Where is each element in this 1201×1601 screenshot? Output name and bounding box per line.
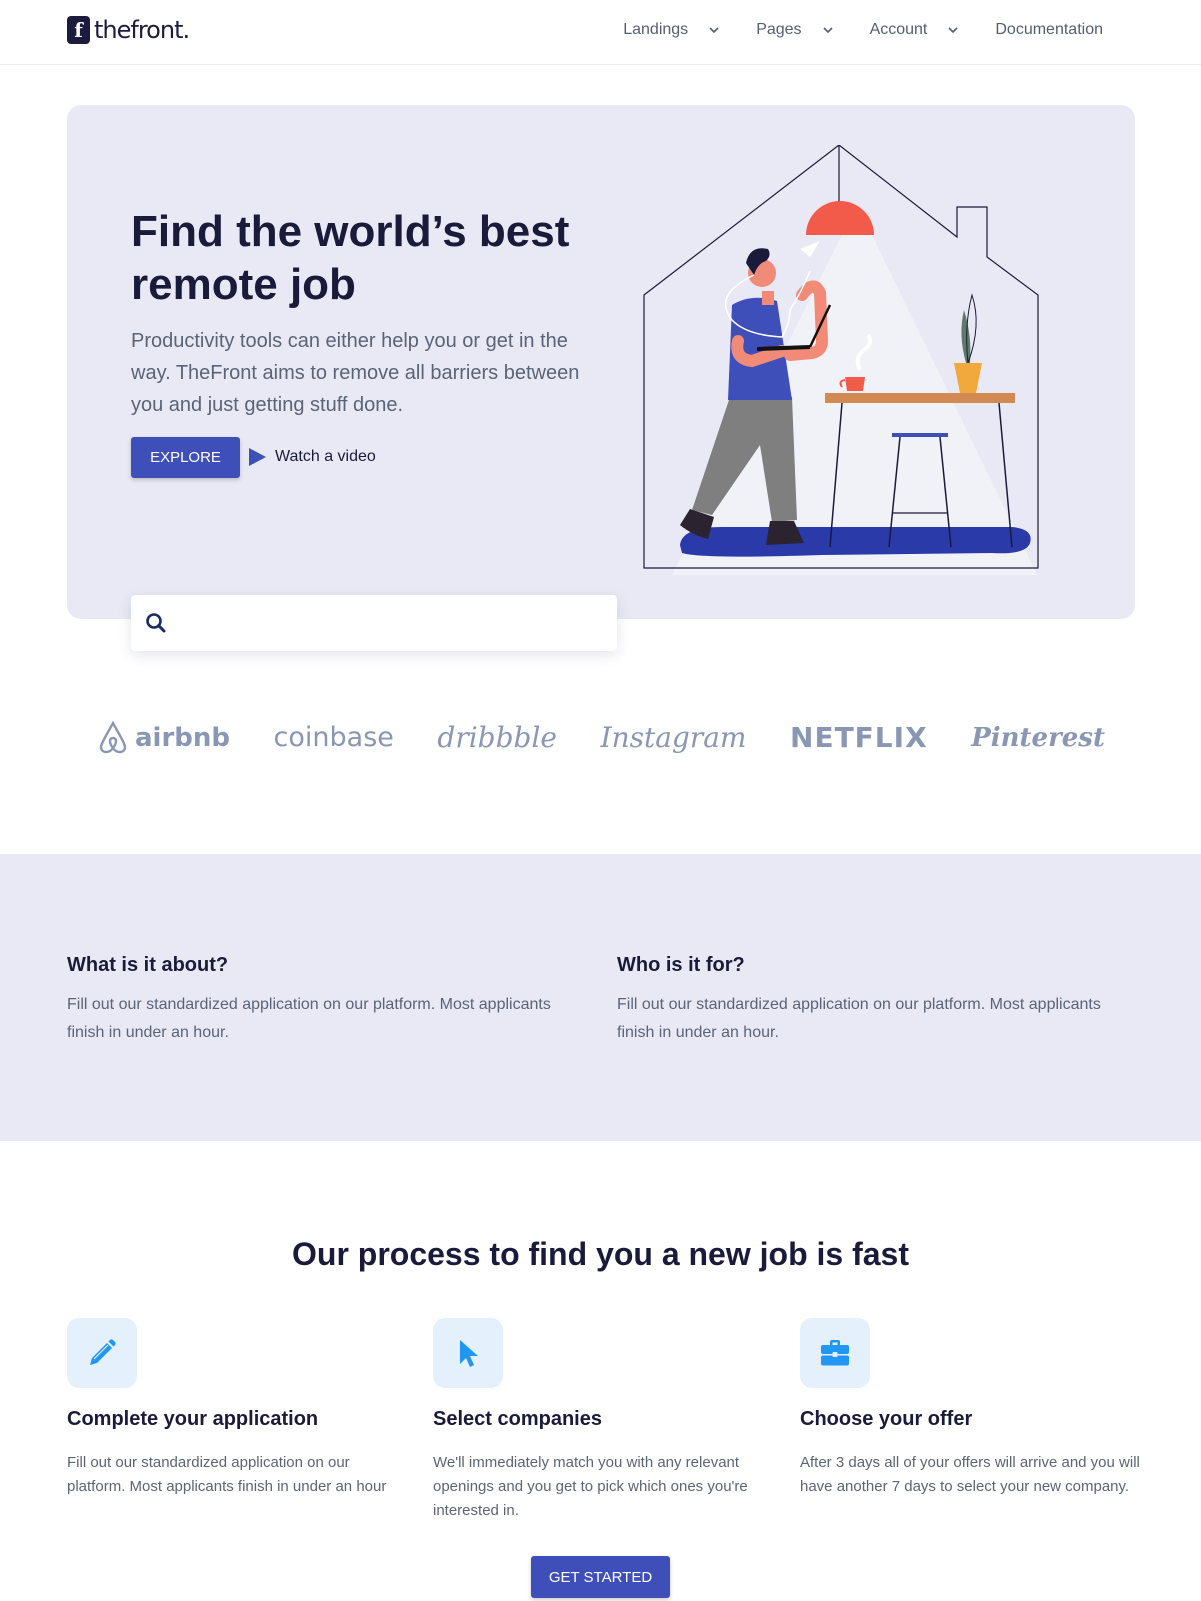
coinbase-logo: coinbase <box>273 722 394 753</box>
hero-subtitle: Productivity tools can either help you o… <box>131 330 580 416</box>
about-text: Fill out our standardized application on… <box>617 996 1101 1041</box>
step-icon-box <box>433 1318 503 1388</box>
nav-item-documentation[interactable]: Documentation <box>995 21 1103 39</box>
pinterest-logo: Pinterest <box>971 722 1105 753</box>
search-box <box>131 595 617 651</box>
about-column-who: Who is it for? Fill out our standardized… <box>617 954 1107 1047</box>
step-icon-box <box>800 1318 870 1388</box>
netflix-logo: NETFLIX <box>790 721 928 754</box>
dribbble-logo: dribbble <box>437 721 557 754</box>
watch-video-link[interactable]: Watch a video <box>247 447 376 467</box>
step-text: Fill out our standardized application on… <box>67 1454 387 1495</box>
airbnb-logo: airbnb <box>97 720 231 755</box>
chevron-down-icon <box>948 27 958 34</box>
step-title: Select companies <box>433 1408 602 1430</box>
main-nav: Landings Pages Account Documentation <box>587 21 1103 39</box>
about-text: Fill out our standardized application on… <box>67 996 551 1041</box>
briefcase-icon <box>821 1340 849 1366</box>
about-section: What is it about? Fill out our standardi… <box>0 854 1201 1141</box>
logo-text: thefront. <box>94 16 190 44</box>
logo[interactable]: f thefront. <box>67 16 190 44</box>
process-step-select: Select companies We'll immediately match… <box>433 1318 778 1523</box>
pencil-icon <box>90 1339 116 1365</box>
nav-label: Account <box>869 21 928 38</box>
chevron-down-icon <box>709 27 719 34</box>
nav-item-account[interactable]: Account <box>870 21 960 39</box>
airbnb-icon <box>99 720 127 753</box>
cursor-icon <box>460 1340 478 1367</box>
nav-label: Documentation <box>995 21 1103 38</box>
search-input[interactable] <box>177 595 617 651</box>
partner-logos: airbnb coinbase dribbble Instagram NETFL… <box>67 700 1135 775</box>
step-text: We'll immediately match you with any rel… <box>433 1454 748 1519</box>
play-icon <box>249 448 266 466</box>
hero-title: Find the world’s best remote job <box>131 207 570 309</box>
about-title: Who is it for? <box>617 954 745 976</box>
nav-label: Pages <box>756 21 802 38</box>
brand-label: airbnb <box>135 722 231 753</box>
remote-worker-illustration <box>643 145 1039 575</box>
about-column-what: What is it about? Fill out our standardi… <box>67 954 557 1047</box>
nav-item-pages[interactable]: Pages <box>756 21 833 39</box>
process-title: Our process to find you a new job is fas… <box>292 1236 909 1272</box>
step-title: Choose your offer <box>800 1408 973 1430</box>
search-icon <box>146 613 166 633</box>
hero-section: Find the world’s best remote job Product… <box>67 105 1135 619</box>
step-title: Complete your application <box>67 1408 319 1430</box>
step-icon-box <box>67 1318 137 1388</box>
watch-video-label: Watch a video <box>275 448 376 465</box>
process-step-application: Complete your application Fill out our s… <box>67 1318 412 1499</box>
chevron-down-icon <box>822 27 833 34</box>
logo-mark: f <box>67 16 90 44</box>
site-header: f thefront. Landings Pages Account Docum… <box>0 0 1201 65</box>
nav-item-landings[interactable]: Landings <box>623 21 720 39</box>
explore-button[interactable]: EXPLORE <box>131 437 240 478</box>
nav-label: Landings <box>623 21 689 38</box>
get-started-button[interactable]: GET STARTED <box>531 1556 670 1598</box>
process-step-offer: Choose your offer After 3 days all of yo… <box>800 1318 1145 1499</box>
instagram-logo: Instagram <box>600 721 747 754</box>
about-title: What is it about? <box>67 954 229 976</box>
step-text: After 3 days all of your offers will arr… <box>800 1454 1140 1495</box>
